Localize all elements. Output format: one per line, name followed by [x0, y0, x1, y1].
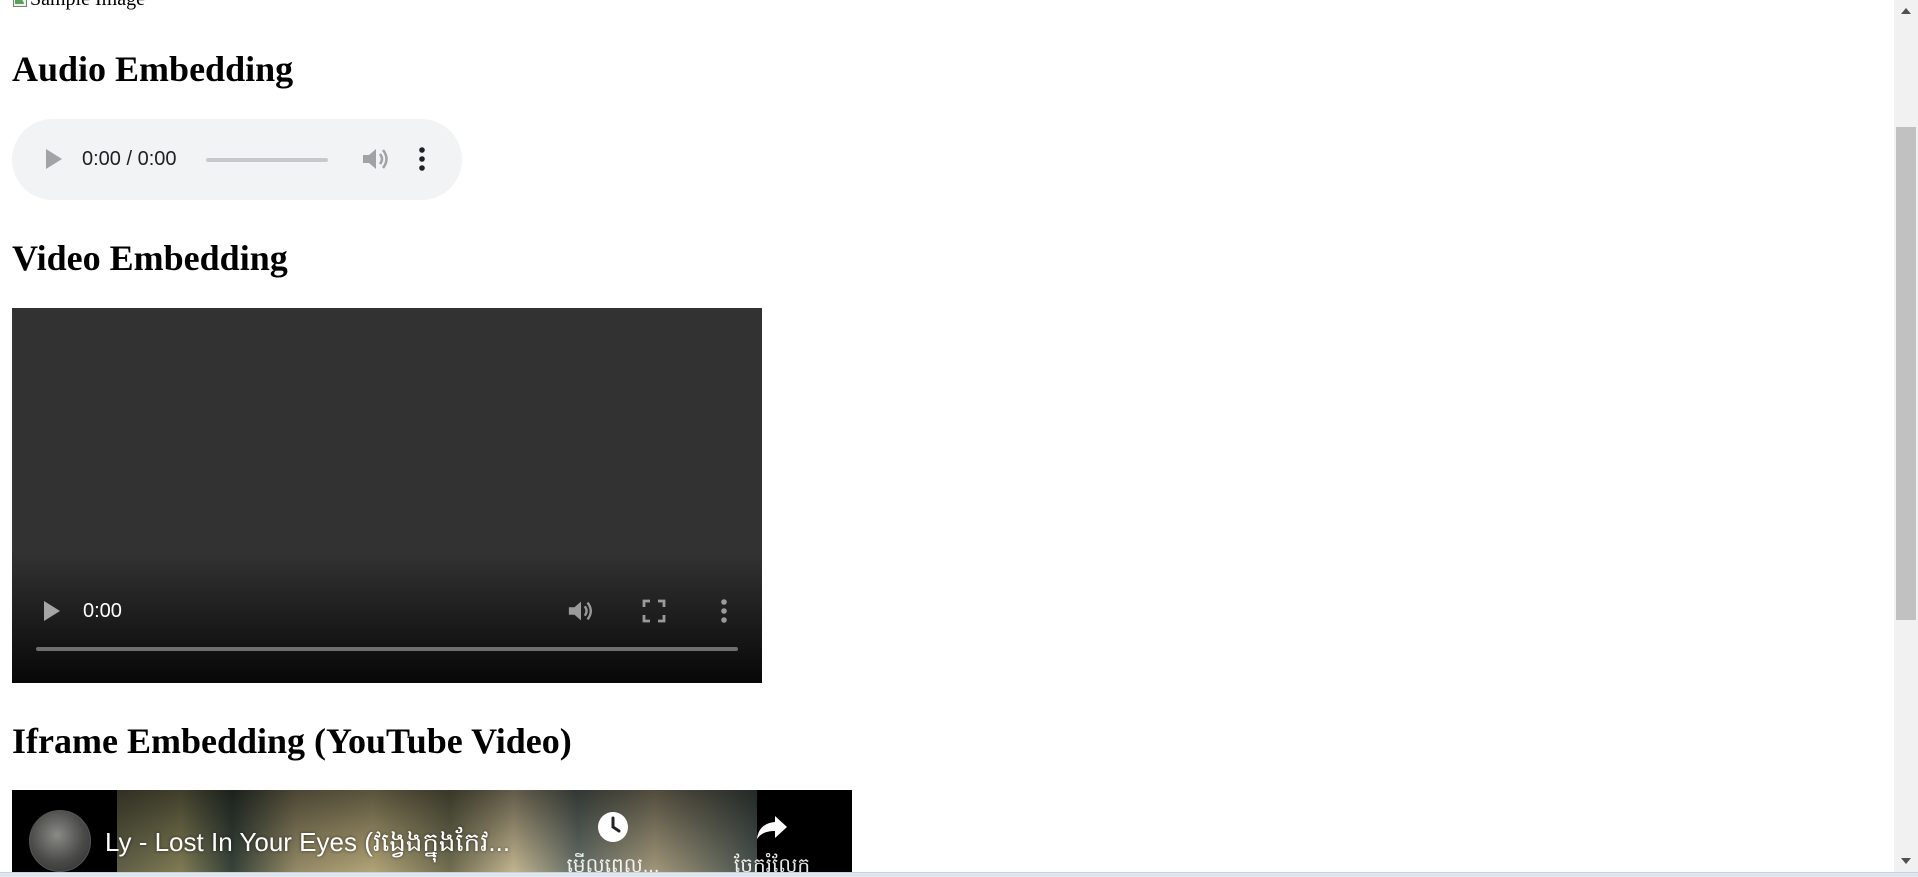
- sample-image: Sample Image: [12, 0, 145, 9]
- iframe-section-heading: Iframe Embedding (YouTube Video): [12, 721, 572, 761]
- video-progress-slider[interactable]: [36, 647, 738, 651]
- scrollbar-thumb[interactable]: [1896, 127, 1916, 620]
- page-scrollbar[interactable]: [1894, 0, 1918, 872]
- video-fullscreen-icon[interactable]: [640, 598, 668, 624]
- share-label: ចែករំលែក: [733, 855, 811, 872]
- audio-player[interactable]: 0:00 / 0:00: [12, 119, 462, 200]
- clock-icon: [598, 812, 628, 842]
- watch-later-label: មើលពេល...: [566, 855, 660, 872]
- video-player[interactable]: 0:00: [12, 308, 762, 683]
- audio-section-heading: Audio Embedding: [12, 49, 294, 89]
- watch-later-button[interactable]: មើលពេល...: [563, 810, 663, 872]
- video-section-heading: Video Embedding: [12, 238, 288, 278]
- video-more-options-icon[interactable]: [720, 598, 728, 624]
- sample-image-alt-text: Sample Image: [30, 0, 145, 9]
- share-arrow-icon: [757, 816, 787, 839]
- video-volume-icon[interactable]: [567, 598, 595, 624]
- scroll-down-arrow-icon[interactable]: [1901, 858, 1911, 864]
- audio-progress-slider[interactable]: [206, 158, 328, 162]
- youtube-video-title[interactable]: Ly - Lost In Your Eyes (វង្វេងក្នុងកែវ..…: [105, 826, 510, 864]
- browser-viewport: Sample Image Audio Embedding 0:00 / 0:00…: [0, 0, 1918, 877]
- audio-play-button[interactable]: [46, 149, 62, 169]
- broken-image-icon: [12, 0, 28, 7]
- audio-volume-icon[interactable]: [361, 146, 391, 172]
- audio-more-options-icon[interactable]: [418, 146, 426, 172]
- share-button[interactable]: ចែករំលែក: [722, 810, 822, 872]
- channel-avatar[interactable]: [29, 810, 91, 872]
- window-bottom-edge: [0, 872, 1918, 877]
- page-content: Sample Image Audio Embedding 0:00 / 0:00…: [0, 0, 1894, 872]
- audio-time-display: 0:00 / 0:00: [82, 148, 177, 170]
- video-time-display: 0:00: [83, 600, 122, 622]
- scroll-up-arrow-icon[interactable]: [1901, 8, 1911, 14]
- youtube-iframe[interactable]: Ly - Lost In Your Eyes (វង្វេងក្នុងកែវ..…: [12, 790, 852, 872]
- video-play-button[interactable]: [44, 601, 60, 621]
